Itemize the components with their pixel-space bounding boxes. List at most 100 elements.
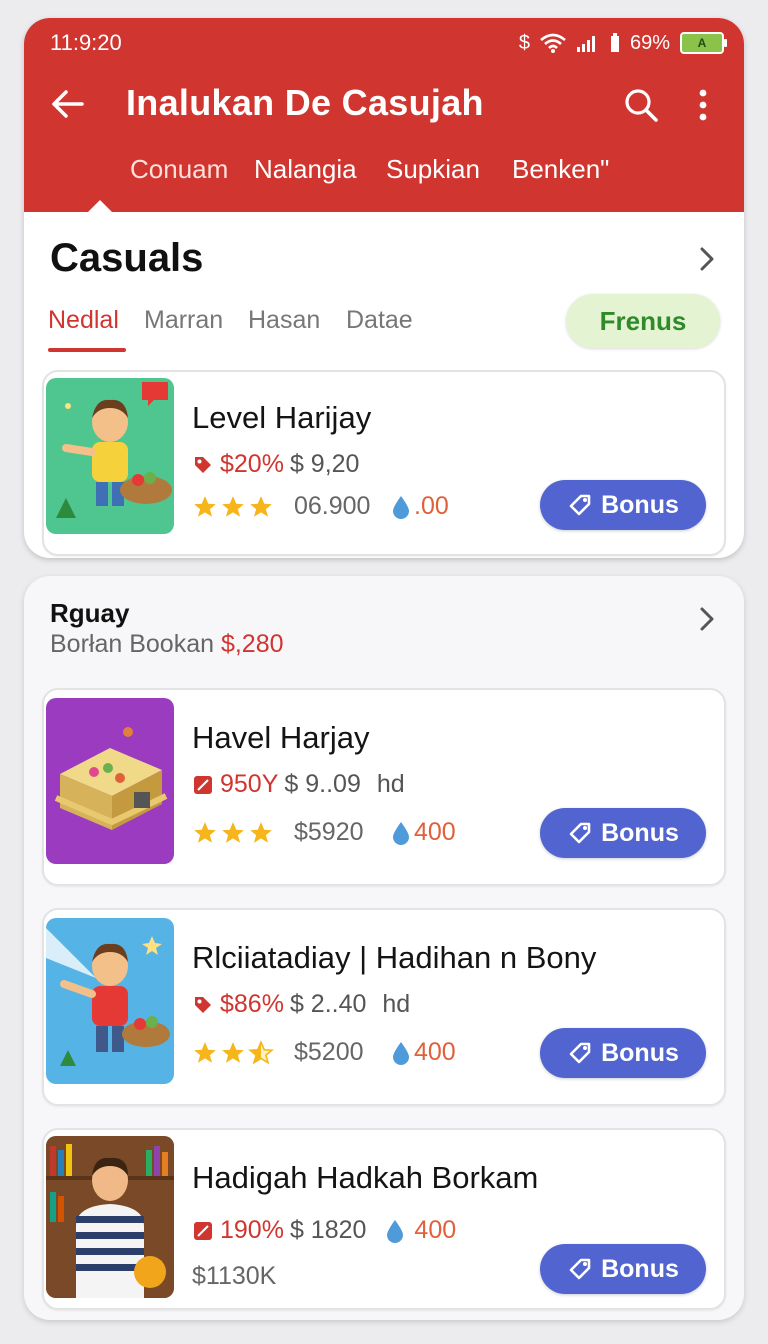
active-tab-indicator bbox=[88, 200, 112, 212]
bonus-label: Bonus bbox=[601, 490, 679, 519]
panel-subtitle: Borłan Bookan $,280 bbox=[50, 630, 284, 659]
status-time: 11:9:20 bbox=[50, 30, 122, 55]
tag-icon bbox=[569, 1258, 591, 1280]
battery-percent: 69% bbox=[629, 31, 670, 54]
item-discount: 190% bbox=[220, 1216, 284, 1244]
bonus-button[interactable]: Bonus bbox=[540, 1244, 706, 1294]
filter-hasan[interactable]: Hasan bbox=[248, 306, 320, 335]
star-icon bbox=[250, 821, 272, 843]
tag-icon bbox=[569, 494, 591, 516]
tab-benken[interactable]: Benken" bbox=[512, 154, 609, 185]
item-price: $ 1820 bbox=[289, 1216, 367, 1244]
tab-nalangia[interactable]: Nalangia bbox=[254, 154, 357, 185]
item-price: $ 2..40 bbox=[289, 990, 367, 1018]
chevron-right-icon[interactable] bbox=[694, 244, 720, 274]
star-icon bbox=[194, 1041, 216, 1063]
battery-icon: A bbox=[680, 32, 727, 54]
item-price: $ 9,20 bbox=[289, 450, 360, 478]
bonus-button[interactable]: Bonus bbox=[540, 808, 706, 858]
currency-icon: $ bbox=[518, 31, 530, 54]
coupon-icon bbox=[194, 775, 212, 794]
panel-subtitle-value: $,280 bbox=[220, 630, 284, 658]
chevron-right-icon[interactable] bbox=[694, 604, 720, 634]
item-price-suffix: hd bbox=[382, 990, 411, 1018]
boy-bookshelf-image bbox=[46, 1136, 174, 1298]
star-icon bbox=[194, 495, 216, 517]
star-half-icon bbox=[248, 1039, 274, 1065]
list-item[interactable]: Rlciiatadiay | Hadihan n Bony $86% $ 2..… bbox=[42, 908, 726, 1106]
item-rating-row: 06.900 .00 bbox=[192, 492, 449, 521]
item-rating-row: $5920 400 bbox=[192, 818, 456, 847]
star-icon bbox=[250, 495, 272, 517]
item-title: Rlciiatadiay | Hadihan n Bony bbox=[192, 940, 597, 975]
category-tabs: Conuam Nalangia Supkian Benken" bbox=[24, 150, 744, 190]
water-drop-icon bbox=[387, 1219, 404, 1243]
item-price-suffix: hd bbox=[376, 770, 405, 798]
tab-conuam[interactable]: Conuam bbox=[130, 154, 228, 185]
bonus-label: Bonus bbox=[601, 818, 679, 847]
item-gems: .00 bbox=[414, 492, 449, 520]
star-icon bbox=[222, 495, 244, 517]
item-gems: 400 bbox=[414, 1038, 456, 1066]
panel-title: Rguay bbox=[50, 598, 130, 628]
item-count: $5920 bbox=[294, 818, 364, 846]
list-item[interactable]: Havel Harjay 950Y $ 9..09 hd $5920 400 B… bbox=[42, 688, 726, 886]
game-thumbnail bbox=[46, 918, 174, 1084]
box-game-image bbox=[54, 727, 168, 830]
water-drop-icon bbox=[393, 495, 409, 519]
item-discount: $86% bbox=[220, 990, 284, 1018]
active-filter-underline bbox=[48, 348, 126, 352]
back-arrow-icon[interactable] bbox=[48, 84, 88, 124]
filter-datae[interactable]: Datae bbox=[346, 306, 413, 335]
filter-marran[interactable]: Marran bbox=[144, 306, 223, 335]
water-drop-icon bbox=[393, 821, 409, 845]
item-discount: 950Y bbox=[220, 770, 279, 798]
boy-with-basket-image bbox=[56, 382, 172, 518]
section-title: Casuals bbox=[50, 236, 204, 280]
app-header: 11:9:20 $ 69% A Inalukan De Casujah Conu… bbox=[24, 18, 744, 212]
more-vert-icon[interactable] bbox=[688, 86, 718, 124]
tab-supkian[interactable]: Supkian bbox=[386, 154, 480, 185]
game-thumbnail bbox=[46, 378, 174, 534]
item-title: Havel Harjay bbox=[192, 720, 370, 755]
item-price-row: 950Y $ 9..09 hd bbox=[192, 770, 405, 799]
price-tag-icon bbox=[195, 456, 211, 473]
frenus-chip[interactable]: Frenus bbox=[566, 294, 720, 348]
item-gems: 400 bbox=[414, 1216, 457, 1244]
bonus-button[interactable]: Bonus bbox=[540, 1028, 706, 1078]
signal-icon bbox=[576, 36, 595, 52]
item-title: Hadigah Hadkah Borkam bbox=[192, 1160, 539, 1195]
item-extra-price: $1130K bbox=[192, 1262, 277, 1290]
boy-with-basket-image bbox=[46, 928, 170, 1066]
battery-small-icon bbox=[610, 33, 619, 52]
star-icon bbox=[222, 1041, 244, 1063]
item-count: 06.900 bbox=[294, 492, 371, 520]
list-item[interactable]: Level Harijay $20% $ 9,20 06.900 .00 Bon… bbox=[42, 370, 726, 556]
list-item[interactable]: Hadigah Hadkah Borkam 190% $ 1820 400 $1… bbox=[42, 1128, 726, 1310]
search-icon[interactable] bbox=[622, 86, 660, 124]
bonus-label: Bonus bbox=[601, 1038, 679, 1067]
item-price-row: 190% $ 1820 400 bbox=[192, 1216, 456, 1245]
bonus-button[interactable]: Bonus bbox=[540, 480, 706, 530]
star-icon bbox=[194, 821, 216, 843]
game-thumbnail bbox=[46, 698, 174, 864]
tag-icon bbox=[569, 1042, 591, 1064]
item-price-row: $86% $ 2..40 hd bbox=[192, 990, 410, 1019]
status-bar: 11:9:20 $ 69% A bbox=[24, 18, 744, 68]
item-price-row: $20% $ 9,20 bbox=[192, 450, 359, 479]
item-gems: 400 bbox=[414, 818, 456, 846]
page-title: Inalukan De Casujah bbox=[126, 82, 484, 123]
coupon-icon bbox=[194, 1221, 212, 1240]
filter-nedlal[interactable]: Nedlal bbox=[48, 306, 119, 335]
price-tag-icon bbox=[195, 996, 211, 1013]
app-screen: 11:9:20 $ 69% A Inalukan De Casujah Conu… bbox=[24, 18, 744, 558]
bonus-label: Bonus bbox=[601, 1254, 679, 1283]
water-drop-icon bbox=[393, 1041, 409, 1065]
star-icon bbox=[222, 821, 244, 843]
star-rating bbox=[192, 1039, 274, 1066]
panel-subtitle-text: Borłan Bookan bbox=[50, 630, 221, 658]
item-price: $ 9..09 bbox=[284, 770, 361, 798]
tag-icon bbox=[569, 822, 591, 844]
status-icons: $ 69% A bbox=[518, 30, 727, 56]
item-count: $5200 bbox=[294, 1038, 364, 1066]
